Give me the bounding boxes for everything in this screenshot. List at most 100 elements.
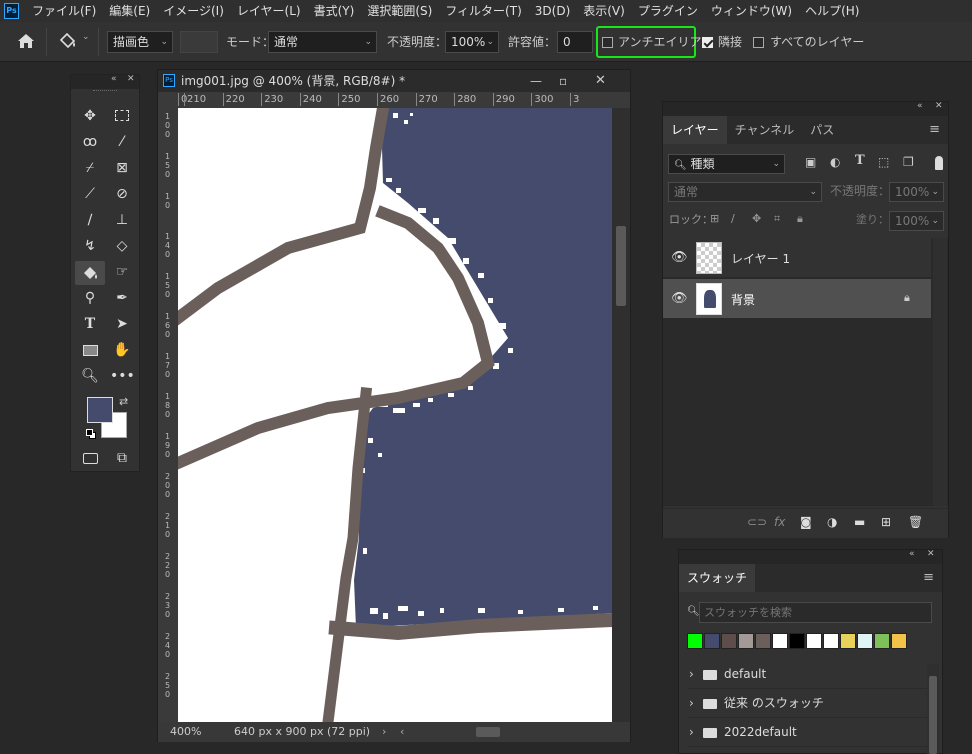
layer-lock-icon[interactable]: 🔒︎: [904, 291, 910, 305]
fill-source-dropdown[interactable]: 描画色 ⌄: [107, 31, 173, 53]
add-mask-icon[interactable]: ◙: [800, 515, 812, 529]
horizontal-scroll-thumb[interactable]: [476, 727, 500, 737]
color-swatch[interactable]: [823, 633, 839, 649]
history-brush-tool-icon[interactable]: ↯: [78, 235, 102, 257]
document-tab[interactable]: Ps img001.jpg @ 400% (背景, RGB/8#) * — ▫ …: [158, 70, 630, 92]
menu-item[interactable]: レイヤー(L): [237, 0, 301, 22]
photoshop-logo-icon[interactable]: Ps: [4, 3, 19, 19]
antialias-label[interactable]: アンチエイリアス: [618, 31, 714, 53]
layer-name[interactable]: 背景: [731, 291, 755, 308]
filter-adjustment-icon[interactable]: ◐: [830, 155, 840, 169]
menu-item[interactable]: イメージ(I): [163, 0, 224, 22]
opacity-input[interactable]: 100% ⌄: [445, 31, 499, 53]
fill-input[interactable]: 100% ⌄: [889, 211, 944, 231]
menu-item[interactable]: ヘルプ(H): [805, 0, 859, 22]
eraser-tool-icon[interactable]: ◇: [110, 235, 134, 257]
layers-panel-menu-icon[interactable]: ≡: [921, 116, 948, 144]
tab-channels[interactable]: チャンネル: [727, 116, 803, 144]
mode-dropdown[interactable]: 通常 ⌄: [268, 31, 377, 53]
color-swatch[interactable]: [721, 633, 737, 649]
dodge-tool-icon[interactable]: ⚲: [78, 287, 102, 309]
close-document-icon[interactable]: ✕: [595, 70, 606, 92]
filter-pixel-icon[interactable]: ▣: [805, 155, 816, 169]
contiguous-checkbox[interactable]: [702, 37, 713, 48]
layer-filter-dropdown[interactable]: 🔍︎ 種類 ⌄: [668, 154, 785, 174]
healing-brush-tool-icon[interactable]: ⊘: [110, 183, 134, 205]
paint-bucket-preset-icon[interactable]: [58, 32, 78, 50]
color-swatch[interactable]: [789, 633, 805, 649]
lock-transparent-icon[interactable]: ⊞: [710, 212, 719, 225]
expand-chevron-icon[interactable]: ›: [689, 689, 694, 718]
color-swatch[interactable]: [738, 633, 754, 649]
swatch-folder-row[interactable]: › 2022default: [687, 718, 927, 747]
menu-item[interactable]: 3D(D): [535, 0, 570, 22]
swatch-search-input[interactable]: [699, 602, 932, 623]
layer-name[interactable]: レイヤー 1: [731, 250, 790, 267]
collapse-layers-icon[interactable]: «: [917, 101, 923, 111]
lock-artboard-icon[interactable]: ⌗: [774, 212, 780, 226]
zoom-tool-icon[interactable]: 🔍︎: [78, 365, 102, 387]
minimize-icon[interactable]: —: [530, 70, 542, 92]
color-swatch[interactable]: [755, 633, 771, 649]
tab-swatches[interactable]: スウォッチ: [679, 564, 756, 592]
toolbox-grip[interactable]: [93, 90, 117, 92]
swatch-folder-row[interactable]: › default: [687, 660, 927, 689]
new-layer-icon[interactable]: ⊞: [881, 515, 891, 529]
vertical-scrollbar[interactable]: [612, 108, 630, 722]
layer-row[interactable]: 👁︎ レイヤー 1: [663, 238, 931, 278]
color-swatch[interactable]: [874, 633, 890, 649]
menu-item[interactable]: 編集(E): [109, 0, 150, 22]
marquee-tool-icon[interactable]: [110, 105, 134, 127]
maximize-icon[interactable]: ▫: [559, 70, 567, 92]
blend-mode-dropdown[interactable]: 通常 ⌄: [668, 182, 822, 202]
menu-item[interactable]: ファイル(F): [32, 0, 96, 22]
paint-bucket-tool-icon[interactable]: [75, 261, 105, 285]
menu-item[interactable]: フィルター(T): [445, 0, 521, 22]
brush-tool-icon[interactable]: ∕: [78, 209, 102, 231]
canvas[interactable]: [178, 108, 612, 722]
home-icon[interactable]: [17, 33, 35, 49]
move-tool-icon[interactable]: ✥: [78, 105, 102, 127]
filter-type-icon[interactable]: T: [855, 153, 865, 168]
delete-layer-icon[interactable]: 🗑︎: [908, 515, 923, 529]
vertical-scroll-thumb[interactable]: [616, 226, 626, 306]
swap-colors-icon[interactable]: ⇄: [119, 395, 128, 408]
tolerance-input[interactable]: 0: [557, 31, 593, 53]
fx-icon[interactable]: fx: [774, 515, 785, 529]
hand-tool-icon[interactable]: ✋: [110, 339, 134, 361]
swatches-scrollbar[interactable]: [927, 664, 939, 754]
color-swatch[interactable]: [704, 633, 720, 649]
status-menu-arrow-icon[interactable]: ›: [382, 722, 386, 742]
layer-row-selected[interactable]: 👁︎ 背景 🔒︎: [663, 279, 931, 319]
menu-item[interactable]: ウィンドウ(W): [711, 0, 792, 22]
menu-item[interactable]: 書式(Y): [314, 0, 355, 22]
lock-image-icon[interactable]: ∕: [731, 212, 735, 225]
ruler-origin[interactable]: [158, 92, 178, 108]
quick-mask-icon[interactable]: [78, 447, 102, 469]
foreground-color-swatch[interactable]: [87, 397, 113, 423]
smudge-tool-icon[interactable]: ☞: [110, 261, 134, 283]
lasso-tool-icon[interactable]: ꝏ: [78, 131, 102, 153]
layer-visibility-eye-icon[interactable]: 👁︎: [671, 291, 688, 306]
rectangle-tool-icon[interactable]: [78, 339, 102, 361]
pattern-picker[interactable]: [180, 31, 218, 53]
close-panel-icon[interactable]: ✕: [127, 74, 135, 84]
more-tools-icon[interactable]: •••: [110, 365, 135, 387]
antialias-checkbox[interactable]: [602, 37, 613, 48]
scroll-left-icon[interactable]: ‹: [400, 722, 404, 742]
close-layers-icon[interactable]: ✕: [935, 101, 943, 111]
path-selection-tool-icon[interactable]: ➤: [110, 313, 134, 335]
color-swatch[interactable]: [772, 633, 788, 649]
swatches-panel-menu-icon[interactable]: ≡: [915, 564, 942, 592]
filter-shape-icon[interactable]: ⬚: [878, 155, 889, 169]
color-swatch[interactable]: [857, 633, 873, 649]
screen-mode-icon[interactable]: ⧉: [110, 447, 134, 469]
collapse-swatches-icon[interactable]: «: [909, 549, 915, 559]
pen-tool-icon[interactable]: ✒: [110, 287, 134, 309]
tab-paths[interactable]: パス: [802, 116, 842, 144]
tab-layers[interactable]: レイヤー: [663, 116, 727, 144]
layer-opacity-input[interactable]: 100% ⌄: [889, 182, 944, 202]
swatches-scroll-thumb[interactable]: [929, 676, 937, 754]
preset-dropdown-chevron-icon[interactable]: ⌄: [82, 32, 90, 42]
crop-tool-icon[interactable]: ⌿: [78, 157, 102, 179]
